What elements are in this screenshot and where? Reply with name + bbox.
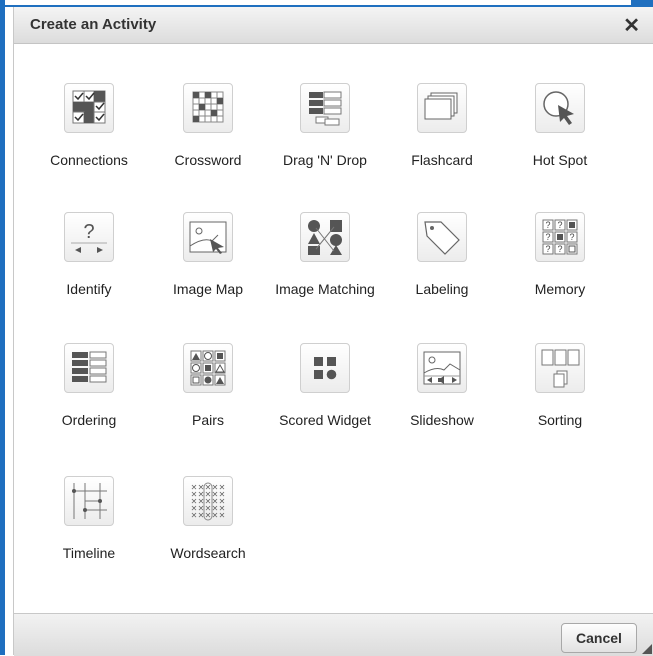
activity-sorting[interactable]: Sorting — [505, 343, 615, 429]
activity-label: Memory — [534, 281, 586, 297]
ordering-icon — [64, 343, 114, 393]
resize-grip-icon[interactable] — [642, 644, 652, 654]
pairs-icon — [183, 343, 233, 393]
timeline-icon — [64, 476, 114, 526]
activity-identify[interactable]: ? Identify — [34, 212, 144, 298]
svg-text:?: ? — [83, 221, 94, 243]
activity-labeling[interactable]: Labeling — [387, 212, 497, 298]
dialog-title: Create an Activity — [30, 16, 157, 33]
activity-label: Timeline — [62, 545, 116, 561]
window-top-inset — [5, 0, 631, 5]
flashcard-icon — [417, 83, 467, 133]
svg-text:✕: ✕ — [212, 511, 219, 520]
activity-label: Labeling — [415, 281, 469, 297]
svg-text:?: ? — [557, 220, 562, 230]
scored-widget-icon — [300, 343, 350, 393]
activity-pairs[interactable]: Pairs — [153, 343, 263, 429]
activity-label: Crossword — [174, 152, 242, 168]
activity-label: Wordsearch — [170, 545, 246, 561]
activity-image-map[interactable]: Image Map — [153, 212, 263, 298]
dialog-footer: Cancel — [14, 613, 653, 656]
activity-flashcard[interactable]: Flashcard — [387, 83, 497, 169]
activity-label: Drag 'N' Drop — [283, 152, 367, 168]
activity-memory[interactable]: ?? ?? ?? Memory — [505, 212, 615, 298]
wordsearch-icon: ✕ ✕ ✕ ✕ ✕ ✕ ✕ ✕ ✕ ✕ ✕ ✕ ✕ ✕ ✕ ✕ ✕ ✕ ✕ ✕ ✕ ✕ ✕ ✕ ✕ — [183, 476, 233, 526]
activity-drag-n-drop[interactable]: Drag 'N' Drop — [270, 83, 380, 169]
identify-icon: ? — [64, 212, 114, 262]
activity-label: Image Map — [172, 281, 244, 297]
crossword-icon — [183, 83, 233, 133]
activity-slideshow[interactable]: Slideshow — [387, 343, 497, 429]
svg-text:✕: ✕ — [205, 511, 212, 520]
activity-crossword[interactable]: Crossword — [153, 83, 263, 169]
activity-label: Image Matching — [275, 281, 375, 297]
svg-text:?: ? — [569, 232, 574, 242]
activity-hot-spot[interactable]: Hot Spot — [505, 83, 615, 169]
activity-timeline[interactable]: Timeline — [34, 476, 144, 562]
svg-text:✕: ✕ — [198, 511, 205, 520]
activity-label: Flashcard — [411, 152, 473, 168]
image-matching-icon — [300, 212, 350, 262]
activity-label: Ordering — [61, 412, 117, 428]
activity-connections[interactable]: Connections — [34, 83, 144, 169]
sorting-icon — [535, 343, 585, 393]
svg-text:?: ? — [545, 220, 550, 230]
dialog-titlebar: Create an Activity ✕ — [14, 7, 653, 44]
image-map-icon — [183, 212, 233, 262]
activity-label: Identify — [66, 281, 112, 297]
activity-scored-widget[interactable]: Scored Widget — [270, 343, 380, 429]
activity-label: Slideshow — [410, 412, 474, 428]
drag-n-drop-icon — [300, 83, 350, 133]
slideshow-icon — [417, 343, 467, 393]
window-left-border — [0, 0, 5, 655]
svg-text:?: ? — [557, 244, 562, 254]
svg-text:?: ? — [545, 232, 550, 242]
hot-spot-icon — [535, 83, 585, 133]
activity-wordsearch[interactable]: ✕ ✕ ✕ ✕ ✕ ✕ ✕ ✕ ✕ ✕ ✕ ✕ ✕ ✕ ✕ ✕ ✕ ✕ ✕ ✕ ✕ ✕ ✕ ✕ ✕ Wordsearch — [153, 476, 263, 562]
svg-text:✕: ✕ — [191, 511, 198, 520]
memory-icon: ?? ?? ?? — [535, 212, 585, 262]
activity-label: Scored Widget — [279, 412, 371, 428]
connections-icon — [64, 83, 114, 133]
activity-ordering[interactable]: Ordering — [34, 343, 144, 429]
activity-image-matching[interactable]: Image Matching — [270, 212, 380, 298]
cancel-button[interactable]: Cancel — [561, 623, 637, 653]
close-icon[interactable]: ✕ — [623, 13, 640, 38]
activity-label: Hot Spot — [532, 152, 588, 168]
labeling-icon — [417, 212, 467, 262]
activity-label: Sorting — [537, 412, 583, 428]
svg-text:?: ? — [545, 244, 550, 254]
activity-label: Connections — [50, 152, 128, 168]
create-activity-dialog: Create an Activity ✕ Connections Crosswo… — [13, 7, 653, 656]
svg-text:✕: ✕ — [219, 511, 226, 520]
activity-label: Pairs — [192, 412, 224, 428]
